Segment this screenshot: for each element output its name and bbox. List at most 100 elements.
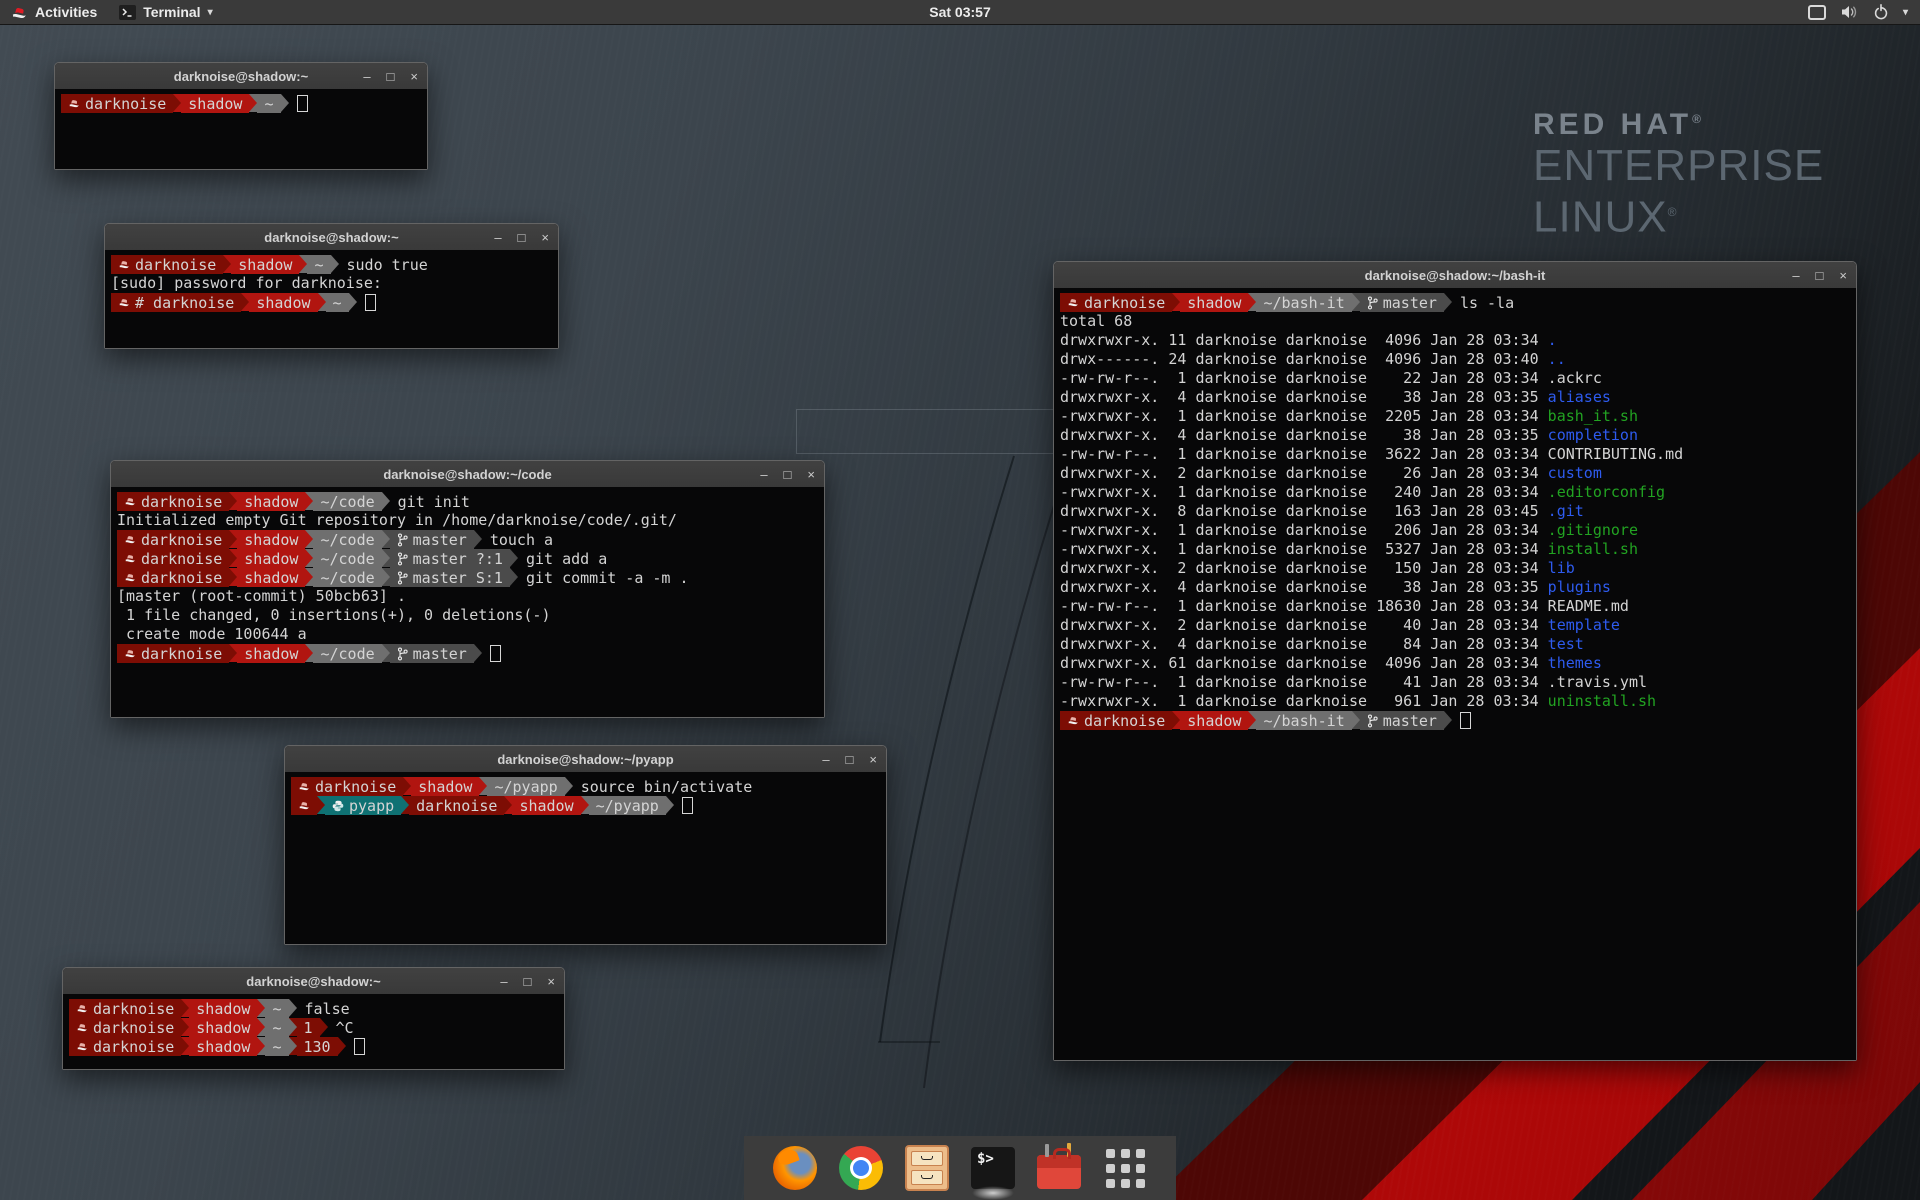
dock-item-toolbox[interactable]: [1036, 1145, 1082, 1191]
prompt-segment: ~/pyapp: [487, 777, 564, 796]
dock-item-app-grid[interactable]: [1102, 1145, 1148, 1191]
powerline-separator: [289, 1037, 297, 1055]
output-text: [master (root-commit) 50bcb63] .: [117, 587, 406, 605]
prompt-segment: shadow: [512, 796, 580, 815]
activities-button[interactable]: Activities: [0, 0, 108, 24]
window-title: darknoise@shadow:~/code: [383, 467, 551, 482]
powerline-separator: [403, 777, 411, 795]
toolbox-icon: [1037, 1155, 1081, 1189]
terminal-prompt-line: darknoiseshadow~/bash-itmasterls -la: [1060, 293, 1850, 312]
close-button[interactable]: ×: [541, 231, 549, 244]
clock[interactable]: Sat 03:57: [929, 0, 990, 24]
powerline-separator: [320, 1018, 328, 1036]
maximize-button[interactable]: □: [524, 975, 532, 988]
prompt-segment: ~/code: [313, 530, 381, 549]
prompt-segment: darknoise: [117, 530, 229, 549]
prompt-segment-text: darknoise: [93, 1038, 174, 1056]
output-text: [sudo] password for darknoise:: [111, 274, 382, 292]
command-text: git add a: [526, 550, 607, 568]
dock-item-files[interactable]: [904, 1145, 950, 1191]
app-menu-label: Terminal: [143, 4, 200, 20]
window-titlebar[interactable]: darknoise@shadow:~/bash-it – □ ×: [1054, 262, 1856, 289]
close-button[interactable]: ×: [807, 468, 815, 481]
terminal-body[interactable]: darknoiseshadow~/pyappsource bin/activat…: [285, 772, 886, 944]
terminal-body[interactable]: darknoiseshadow~sudo true[sudo] password…: [105, 250, 558, 348]
terminal-output-line: -rw-rw-r--. 1 darknoise darknoise 41 Jan…: [1060, 673, 1850, 692]
window-titlebar[interactable]: darknoise@shadow:~/pyapp – □ ×: [285, 746, 886, 773]
window-icon[interactable]: [1808, 5, 1826, 20]
dock-item-chrome[interactable]: [838, 1145, 884, 1191]
terminal-output-line: Initialized empty Git repository in /hom…: [117, 511, 818, 530]
prompt-segment: shadow: [1180, 711, 1248, 730]
powerline-separator: [181, 1037, 189, 1055]
prompt-segment-text: ~/code: [320, 550, 374, 568]
maximize-button[interactable]: □: [784, 468, 792, 481]
window-titlebar[interactable]: darknoise@shadow:~/code – □ ×: [111, 461, 824, 488]
minimize-button[interactable]: –: [500, 975, 507, 988]
app-menu-terminal[interactable]: Terminal ▾: [108, 0, 223, 24]
distro-icon: [11, 5, 28, 20]
file-name: aliases: [1548, 388, 1611, 406]
prompt-segment-text: master S:1: [413, 569, 503, 587]
dock-item-firefox[interactable]: [772, 1145, 818, 1191]
window-titlebar[interactable]: darknoise@shadow:~ – □ ×: [55, 63, 427, 90]
python-icon: [332, 800, 344, 812]
close-button[interactable]: ×: [547, 975, 555, 988]
prompt-segment-text: master: [413, 645, 467, 663]
window-titlebar[interactable]: darknoise@shadow:~ – □ ×: [105, 224, 558, 251]
volume-icon[interactable]: [1840, 4, 1859, 20]
terminal-output-line: -rwxrwxr-x. 1 darknoise darknoise 240 Ja…: [1060, 483, 1850, 502]
minimize-button[interactable]: –: [1792, 269, 1799, 282]
prompt-segment: ~/code: [313, 492, 381, 511]
dock-item-terminal[interactable]: $>: [970, 1145, 1016, 1191]
close-button[interactable]: ×: [869, 753, 877, 766]
window-title: darknoise@shadow:~/pyapp: [497, 752, 673, 767]
terminal-cursor: [490, 645, 501, 662]
terminal-cursor: [354, 1038, 365, 1055]
git-branch-icon: [397, 552, 408, 566]
terminal-prompt-line: darknoiseshadow~130: [69, 1037, 558, 1056]
prompt-segment: darknoise: [117, 492, 229, 511]
powerline-separator: [289, 999, 297, 1017]
prompt-segment: ~: [257, 94, 280, 113]
maximize-button[interactable]: □: [518, 231, 526, 244]
terminal-prompt-line: darknoiseshadow~/codemaster ?:1git add a: [117, 549, 818, 568]
redhat-icon: [124, 496, 136, 508]
minimize-button[interactable]: –: [494, 231, 501, 244]
terminal-cursor: [365, 294, 376, 311]
file-name: CONTRIBUTING.md: [1548, 445, 1683, 463]
maximize-button[interactable]: □: [846, 753, 854, 766]
file-name: test: [1548, 635, 1584, 653]
window-titlebar[interactable]: darknoise@shadow:~ – □ ×: [63, 968, 564, 995]
close-button[interactable]: ×: [1839, 269, 1847, 282]
maximize-button[interactable]: □: [387, 70, 395, 83]
prompt-segment: shadow: [231, 255, 299, 274]
file-name: template: [1548, 616, 1620, 634]
powerline-separator: [173, 94, 181, 112]
minimize-button[interactable]: –: [760, 468, 767, 481]
command-text: ls -la: [1460, 294, 1514, 312]
terminal-body[interactable]: darknoiseshadow~: [55, 89, 427, 169]
git-branch-icon: [1367, 296, 1378, 310]
terminal-body[interactable]: darknoiseshadow~/bash-itmasterls -latota…: [1054, 288, 1856, 1060]
maximize-button[interactable]: □: [1816, 269, 1824, 282]
powerline-separator: [474, 644, 482, 662]
terminal-body[interactable]: darknoiseshadow~falsedarknoiseshadow~1^C…: [63, 994, 564, 1069]
powerline-separator: [305, 530, 313, 548]
redhat-icon: [124, 534, 136, 546]
chevron-down-icon[interactable]: ▾: [1903, 7, 1908, 18]
terminal-body[interactable]: darknoiseshadow~/codegit initInitialized…: [111, 487, 824, 717]
power-icon[interactable]: [1873, 4, 1889, 20]
minimize-button[interactable]: –: [822, 753, 829, 766]
powerline-separator: [474, 530, 482, 548]
app-grid-icon: [1106, 1149, 1145, 1188]
prompt-segment-text: ~/code: [320, 645, 374, 663]
powerline-separator: [349, 293, 357, 311]
minimize-button[interactable]: –: [363, 70, 370, 83]
terminal-output-line: drwxrwxr-x. 4 darknoise darknoise 38 Jan…: [1060, 388, 1850, 407]
close-button[interactable]: ×: [410, 70, 418, 83]
output-text: -rwxrwxr-x. 1 darknoise darknoise 5327 J…: [1060, 540, 1548, 558]
prompt-segment-text: shadow: [196, 1019, 250, 1037]
terminal-output-line: -rwxrwxr-x. 1 darknoise darknoise 2205 J…: [1060, 407, 1850, 426]
activities-label: Activities: [35, 4, 97, 20]
